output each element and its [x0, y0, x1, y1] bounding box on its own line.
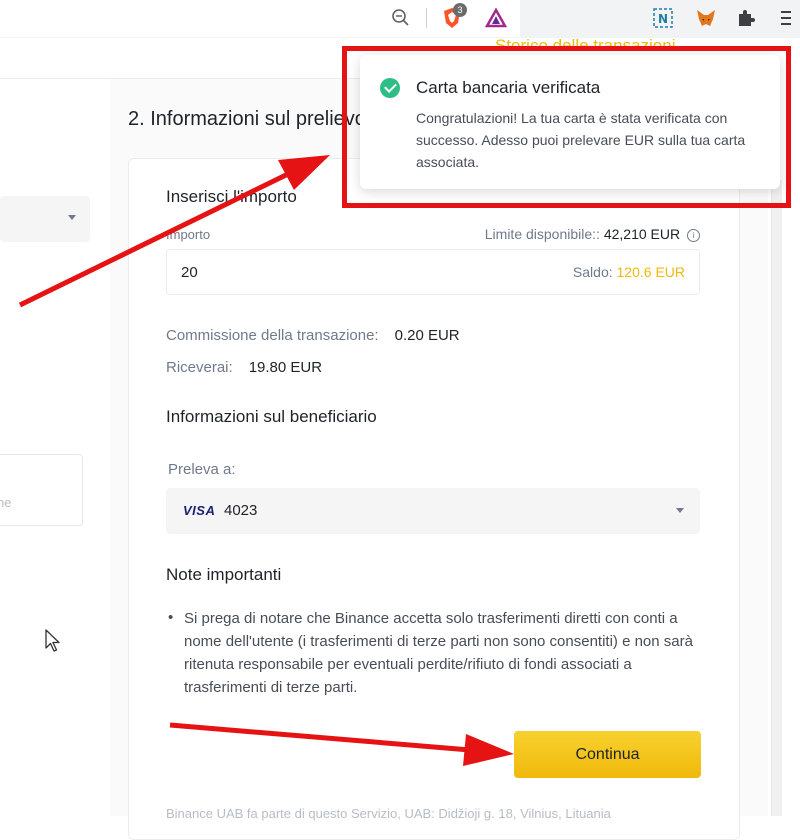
- left-currency-select[interactable]: [0, 196, 90, 242]
- balance: Saldo: 120.6 EUR: [573, 264, 685, 280]
- amount-value[interactable]: 20: [181, 264, 198, 281]
- left-input-box[interactable]: ne: [0, 454, 83, 526]
- brave-shield-icon[interactable]: 3: [439, 3, 467, 31]
- amount-label: Importo: [166, 227, 211, 242]
- amount-input[interactable]: 20 Saldo: 120.6 EUR: [166, 249, 700, 295]
- card-number: 4023: [224, 502, 258, 519]
- bullet-dot: •: [168, 609, 174, 626]
- card-select[interactable]: VISA 4023: [166, 488, 700, 534]
- caret-down-icon: [676, 508, 684, 513]
- amount-section-title: Inserisci l'importo: [166, 187, 297, 206]
- receive-value: 19.80 EUR: [248, 359, 323, 376]
- visa-logo: VISA: [183, 503, 216, 518]
- receive-row: Riceverai: 19.80 EUR: [166, 359, 322, 376]
- left-panel: [0, 79, 110, 816]
- page-title: 2. Informazioni sul prelievo: [128, 108, 366, 130]
- fee-value: 0.20 EUR: [394, 327, 460, 344]
- scrollbar-thumb[interactable]: [771, 180, 782, 816]
- receive-label: Riceverai:: [166, 359, 233, 376]
- svg-text:N: N: [658, 12, 668, 26]
- beneficiary-title: Informazioni sul beneficiario: [166, 407, 377, 426]
- toolbar-divider: [426, 8, 427, 28]
- footer-note: Binance UAB fa parte di questo Servizio,…: [166, 806, 611, 821]
- info-icon[interactable]: i: [687, 229, 700, 242]
- notes-text: Si prega di notare che Binance accetta s…: [184, 610, 693, 696]
- balance-label: Saldo:: [572, 264, 613, 280]
- zoom-icon[interactable]: [388, 5, 414, 31]
- annotation-highlight-box: [342, 46, 791, 208]
- cursor-icon: [44, 628, 64, 659]
- withdraw-to-label: Preleva a:: [168, 461, 236, 478]
- limit-value: 42,210 EUR: [603, 226, 681, 242]
- left-box-text: ne: [0, 495, 12, 510]
- brave-badge-count: 3: [453, 3, 467, 17]
- menu-icon[interactable]: [773, 5, 799, 31]
- limit-label: Limite disponibile::: [484, 226, 600, 242]
- browser-toolbar: 3 N: [0, 0, 800, 39]
- fee-row: Commissione della transazione: 0.20 EUR: [166, 327, 460, 344]
- triangle-rewards-icon[interactable]: [483, 5, 509, 31]
- fee-label: Commissione della transazione:: [166, 327, 379, 344]
- notes-title: Note importanti: [166, 565, 282, 584]
- available-limit: Limite disponibile:: 42,210 EUR i: [485, 226, 700, 242]
- caret-down-icon: [68, 215, 76, 220]
- metamask-fox-icon[interactable]: [693, 5, 719, 31]
- notion-extension-icon[interactable]: N: [650, 5, 676, 31]
- puzzle-extensions-icon[interactable]: [733, 5, 759, 31]
- balance-value[interactable]: 120.6 EUR: [617, 264, 685, 280]
- continue-button[interactable]: Continua: [514, 731, 701, 778]
